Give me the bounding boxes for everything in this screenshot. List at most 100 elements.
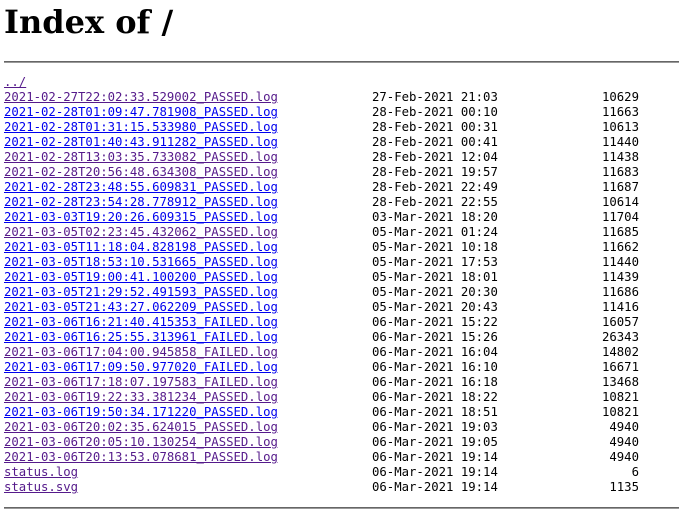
file-link[interactable]: 2021-03-06T17:09:50.977020_FAILED.log bbox=[4, 360, 278, 374]
file-link[interactable]: 2021-03-05T18:53:10.531665_PASSED.log bbox=[4, 255, 278, 269]
file-link[interactable]: 2021-03-06T20:13:53.078681_PASSED.log bbox=[4, 450, 278, 464]
file-row: 2021-02-28T23:54:28.778912_PASSED.log 28-… bbox=[4, 195, 679, 210]
file-date: 05-Mar-2021 10:18 bbox=[372, 240, 498, 254]
file-link[interactable]: 2021-03-05T21:43:27.062209_PASSED.log bbox=[4, 300, 278, 314]
file-size: 10821 bbox=[601, 405, 639, 419]
file-row: 2021-03-03T19:20:26.609315_PASSED.log 03-… bbox=[4, 210, 679, 225]
file-date: 28-Feb-2021 19:57 bbox=[372, 165, 498, 179]
file-link[interactable]: 2021-03-05T21:29:52.491593_PASSED.log bbox=[4, 285, 278, 299]
file-link[interactable]: 2021-03-06T19:22:33.381234_PASSED.log bbox=[4, 390, 278, 404]
file-date: 06-Mar-2021 19:05 bbox=[372, 435, 498, 449]
file-size: 16671 bbox=[601, 360, 639, 374]
file-name-cell: 2021-03-06T19:50:34.171220_PASSED.log bbox=[4, 405, 372, 420]
file-link[interactable]: 2021-03-06T17:18:07.197583_FAILED.log bbox=[4, 375, 278, 389]
file-date: 28-Feb-2021 12:04 bbox=[372, 150, 498, 164]
file-size: 13468 bbox=[601, 375, 639, 389]
file-link[interactable]: 2021-03-05T11:18:04.828198_PASSED.log bbox=[4, 240, 278, 254]
file-link[interactable]: 2021-03-05T02:23:45.432062_PASSED.log bbox=[4, 225, 278, 239]
file-name-cell: 2021-03-03T19:20:26.609315_PASSED.log bbox=[4, 210, 372, 225]
file-name-cell: 2021-02-27T22:02:33.529002_PASSED.log bbox=[4, 90, 372, 105]
file-link[interactable]: 2021-03-06T16:25:55.313961_FAILED.log bbox=[4, 330, 278, 344]
file-row: 2021-03-05T11:18:04.828198_PASSED.log 05-… bbox=[4, 240, 679, 255]
file-size: 4940 bbox=[609, 420, 639, 434]
file-link[interactable]: 2021-02-28T01:40:43.911282_PASSED.log bbox=[4, 135, 278, 149]
file-size: 26343 bbox=[601, 330, 639, 344]
file-link[interactable]: 2021-03-06T19:50:34.171220_PASSED.log bbox=[4, 405, 278, 419]
file-name-cell: 2021-03-05T11:18:04.828198_PASSED.log bbox=[4, 240, 372, 255]
file-row: status.log 06-Mar-2021 19:14 6 bbox=[4, 465, 679, 480]
file-link[interactable]: 2021-02-28T01:09:47.781908_PASSED.log bbox=[4, 105, 278, 119]
file-size: 11686 bbox=[601, 285, 639, 299]
file-link[interactable]: 2021-02-28T23:54:28.778912_PASSED.log bbox=[4, 195, 278, 209]
file-date: 05-Mar-2021 01:24 bbox=[372, 225, 498, 239]
file-link[interactable]: 2021-03-03T19:20:26.609315_PASSED.log bbox=[4, 210, 278, 224]
file-size: 16057 bbox=[601, 315, 639, 329]
file-date: 28-Feb-2021 22:49 bbox=[372, 180, 498, 194]
file-size: 14802 bbox=[601, 345, 639, 359]
parent-dir-row: ../ bbox=[4, 75, 679, 90]
file-size: 4940 bbox=[609, 450, 639, 464]
file-row: 2021-03-06T19:22:33.381234_PASSED.log 06-… bbox=[4, 390, 679, 405]
file-link[interactable]: 2021-02-28T13:03:35.733082_PASSED.log bbox=[4, 150, 278, 164]
file-link[interactable]: status.log bbox=[4, 465, 78, 479]
file-date: 06-Mar-2021 19:14 bbox=[372, 465, 498, 479]
file-row: 2021-03-05T21:29:52.491593_PASSED.log 05-… bbox=[4, 285, 679, 300]
file-link[interactable]: 2021-02-27T22:02:33.529002_PASSED.log bbox=[4, 90, 278, 104]
file-link[interactable]: 2021-03-06T17:04:00.945858_FAILED.log bbox=[4, 345, 278, 359]
file-size: 1135 bbox=[609, 480, 639, 494]
file-size: 11687 bbox=[601, 180, 639, 194]
file-name-cell: 2021-03-06T16:25:55.313961_FAILED.log bbox=[4, 330, 372, 345]
file-name-cell: 2021-03-06T17:18:07.197583_FAILED.log bbox=[4, 375, 372, 390]
file-name-cell: 2021-03-05T21:43:27.062209_PASSED.log bbox=[4, 300, 372, 315]
file-name-cell: 2021-02-28T01:31:15.533980_PASSED.log bbox=[4, 120, 372, 135]
file-row: 2021-03-05T21:43:27.062209_PASSED.log 05-… bbox=[4, 300, 679, 315]
file-date: 28-Feb-2021 00:41 bbox=[372, 135, 498, 149]
file-link[interactable]: 2021-02-28T20:56:48.634308_PASSED.log bbox=[4, 165, 278, 179]
file-name-cell: 2021-02-28T01:40:43.911282_PASSED.log bbox=[4, 135, 372, 150]
file-name-cell: 2021-03-06T20:13:53.078681_PASSED.log bbox=[4, 450, 372, 465]
file-size: 11662 bbox=[601, 240, 639, 254]
file-name-cell: 2021-02-28T23:48:55.609831_PASSED.log bbox=[4, 180, 372, 195]
file-row: 2021-03-05T19:00:41.100200_PASSED.log 05-… bbox=[4, 270, 679, 285]
file-name-cell: status.svg bbox=[4, 480, 372, 495]
file-name-cell: 2021-03-06T20:05:10.130254_PASSED.log bbox=[4, 435, 372, 450]
file-row: 2021-02-28T13:03:35.733082_PASSED.log 28-… bbox=[4, 150, 679, 165]
file-row: 2021-03-06T17:09:50.977020_FAILED.log 06-… bbox=[4, 360, 679, 375]
file-link[interactable]: 2021-02-28T01:31:15.533980_PASSED.log bbox=[4, 120, 278, 134]
file-name-cell: 2021-03-06T20:02:35.624015_PASSED.log bbox=[4, 420, 372, 435]
file-name-cell: 2021-03-05T19:00:41.100200_PASSED.log bbox=[4, 270, 372, 285]
file-size: 4940 bbox=[609, 435, 639, 449]
file-name-cell: 2021-03-06T16:21:40.415353_FAILED.log bbox=[4, 315, 372, 330]
file-row: status.svg 06-Mar-2021 19:14 1135 bbox=[4, 480, 679, 495]
file-date: 06-Mar-2021 19:03 bbox=[372, 420, 498, 434]
file-date: 06-Mar-2021 15:22 bbox=[372, 315, 498, 329]
file-name-cell: 2021-02-28T13:03:35.733082_PASSED.log bbox=[4, 150, 372, 165]
file-size: 11685 bbox=[601, 225, 639, 239]
file-date: 28-Feb-2021 22:55 bbox=[372, 195, 498, 209]
file-name-cell: 2021-03-06T19:22:33.381234_PASSED.log bbox=[4, 390, 372, 405]
file-name-cell: 2021-02-28T01:09:47.781908_PASSED.log bbox=[4, 105, 372, 120]
file-name-cell: 2021-03-06T17:04:00.945858_FAILED.log bbox=[4, 345, 372, 360]
file-date: 05-Mar-2021 20:30 bbox=[372, 285, 498, 299]
file-link[interactable]: 2021-03-06T16:21:40.415353_FAILED.log bbox=[4, 315, 278, 329]
file-link[interactable]: 2021-03-06T20:05:10.130254_PASSED.log bbox=[4, 435, 278, 449]
file-link[interactable]: status.svg bbox=[4, 480, 78, 494]
file-date: 06-Mar-2021 19:14 bbox=[372, 480, 498, 494]
file-size: 11439 bbox=[601, 270, 639, 284]
file-link[interactable]: 2021-02-28T23:48:55.609831_PASSED.log bbox=[4, 180, 278, 194]
file-date: 05-Mar-2021 17:53 bbox=[372, 255, 498, 269]
file-row: 2021-02-27T22:02:33.529002_PASSED.log 27-… bbox=[4, 90, 679, 105]
parent-directory-link[interactable]: ../ bbox=[4, 75, 26, 89]
file-row: 2021-02-28T01:31:15.533980_PASSED.log 28-… bbox=[4, 120, 679, 135]
file-link[interactable]: 2021-03-06T20:02:35.624015_PASSED.log bbox=[4, 420, 278, 434]
page-title: Index of / bbox=[4, 3, 174, 41]
file-row: 2021-03-05T02:23:45.432062_PASSED.log 05-… bbox=[4, 225, 679, 240]
file-size: 6 bbox=[631, 465, 639, 479]
file-size: 10614 bbox=[601, 195, 639, 209]
file-link[interactable]: 2021-03-05T19:00:41.100200_PASSED.log bbox=[4, 270, 278, 284]
file-row: 2021-03-05T18:53:10.531665_PASSED.log 05-… bbox=[4, 255, 679, 270]
file-name-cell: 2021-02-28T23:54:28.778912_PASSED.log bbox=[4, 195, 372, 210]
file-row: 2021-03-06T16:25:55.313961_FAILED.log 06-… bbox=[4, 330, 679, 345]
file-row: 2021-02-28T23:48:55.609831_PASSED.log 28-… bbox=[4, 180, 679, 195]
file-date: 05-Mar-2021 18:01 bbox=[372, 270, 498, 284]
